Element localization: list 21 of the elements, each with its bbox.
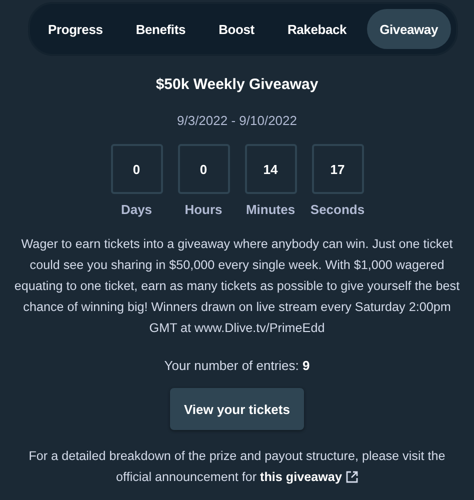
- countdown-value: 14: [244, 144, 296, 194]
- tab[interactable]: Benefits: [122, 9, 199, 49]
- giveaway-title: $50k Weekly Giveaway: [156, 76, 318, 93]
- countdown-value: 0: [110, 144, 162, 194]
- tab[interactable]: Progress: [35, 9, 116, 49]
- footer-text: For a detailed breakdown of the prize and payout structure, please visit the official announcement for this giveaway: [28, 448, 446, 486]
- entries-count: Your number of entries: 9: [164, 358, 310, 373]
- description: Wager to earn tickets into a giveaway where anybody can win. Just one ticket could see you sharing in $50,000 every single week. With $1,000 wagered equating to one ticket, earn as many tickets as possible to give yourself the best chance of winning big! Winners drawn on live stream every Saturday 2:00pm GMT at www.Dlive.tv/PrimeEdd: [13, 236, 461, 337]
- tab[interactable]: Rakeback: [274, 9, 360, 49]
- date-range: 9/3/2022 - 9/10/2022: [177, 113, 297, 128]
- tab[interactable]: Giveaway: [366, 9, 451, 49]
- giveaway-link[interactable]: this giveaway: [260, 470, 342, 484]
- countdown-unit: Hours: [184, 202, 222, 217]
- countdown-value: 17: [312, 144, 364, 194]
- countdown-unit: Seconds: [310, 202, 365, 217]
- view-tickets-button[interactable]: View your tickets: [170, 388, 304, 430]
- tab[interactable]: Boost: [206, 9, 268, 49]
- countdown-unit: Minutes: [246, 202, 296, 217]
- external-link-icon: [346, 471, 358, 483]
- countdown-value: 0: [178, 144, 230, 194]
- countdown-unit: Days: [120, 202, 152, 217]
